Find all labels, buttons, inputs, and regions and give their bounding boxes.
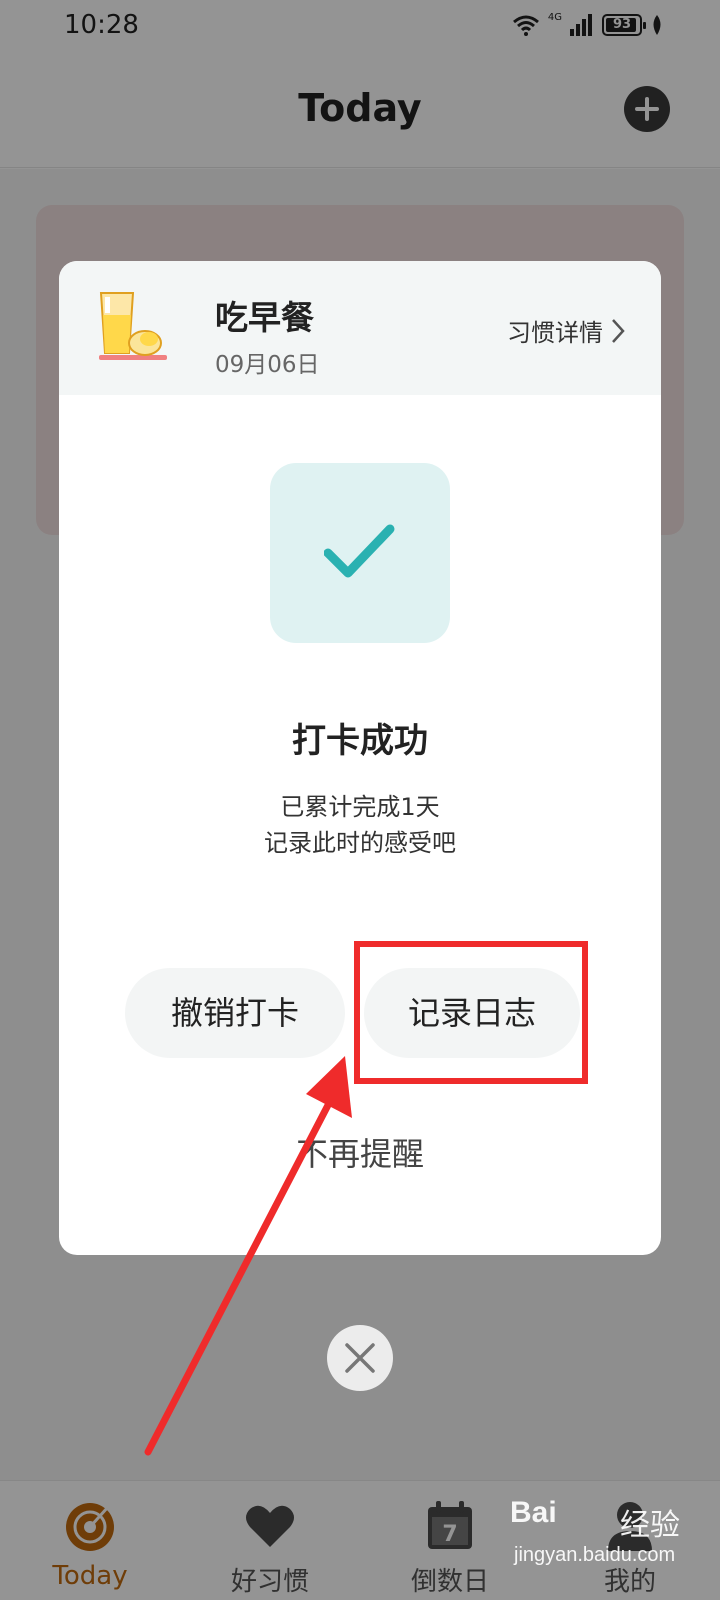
watermark-url: jingyan.baidu.com [514,1544,676,1566]
undo-checkin-button[interactable]: 撤销打卡 [125,968,345,1058]
checkin-dialog: 吃早餐 09月06日 习惯详情 打卡成功 已累计完成1天 记录此时的感受吧 撤销… [59,261,661,1255]
breakfast-icon [99,292,167,360]
dialog-header: 吃早餐 09月06日 习惯详情 [59,261,661,395]
dont-remind-link[interactable]: 不再提醒 [59,1129,661,1175]
watermark-logo: Bai [510,1496,557,1529]
habit-date: 09月06日 [215,352,320,378]
success-title: 打卡成功 [292,721,428,761]
habit-details-link[interactable]: 习惯详情 [507,313,625,348]
baidu-watermark: Bai 经验 jingyan.baidu.com [510,1496,700,1576]
habit-name: 吃早餐 [215,298,314,337]
chevron-right-icon [612,318,625,343]
streak-text: 已累计完成1天 [280,793,440,821]
success-tile [270,463,450,643]
details-label: 习惯详情 [507,319,603,347]
prompt-text: 记录此时的感受吧 [264,829,456,857]
close-dialog-button[interactable] [327,1325,393,1391]
annotation-highlight-box [354,941,588,1084]
close-icon [345,1343,375,1373]
check-icon [324,524,395,578]
watermark-text: 经验 [620,1508,680,1543]
